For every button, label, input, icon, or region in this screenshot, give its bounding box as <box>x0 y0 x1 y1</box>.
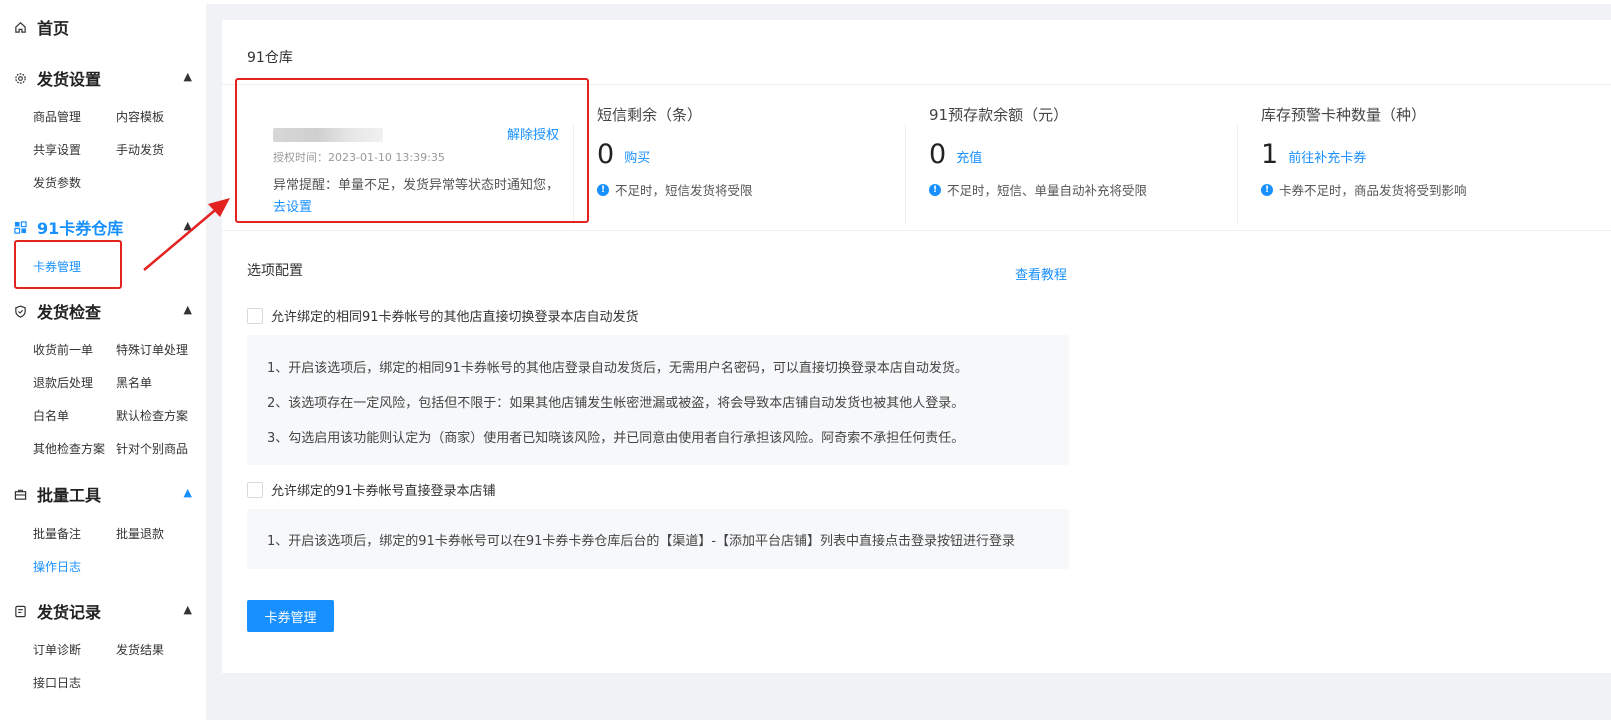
sidebar-group-batch-tools[interactable]: 批量工具 ▲ <box>14 482 192 506</box>
description-line: 2、该选项存在一定风险，包括但不限于：如果其他店铺发生帐密泄漏或被盗，将会导致本… <box>267 396 965 411</box>
sidebar-group-label: 发货记录 <box>37 603 102 622</box>
options-title: 选项配置 <box>247 263 303 279</box>
sidebar-item-op-log[interactable]: 操作日志 <box>33 558 81 575</box>
stat-value: 0 <box>929 139 947 170</box>
sidebar-home-label: 首页 <box>37 19 70 38</box>
top-bar <box>206 0 1611 4</box>
description-line: 3、勾选启用该功能则认定为（商家）使用者已知晓该风险，并已同意由使用者自行承担该… <box>267 431 965 446</box>
sidebar-item-special-order[interactable]: 特殊订单处理 <box>116 341 188 358</box>
document-icon <box>14 605 27 618</box>
sidebar-item-content-template[interactable]: 内容模板 <box>116 108 164 125</box>
sidebar: 首页 发货设置 ▲ 商品管理 内容模板 共享设置 手动发货 发货参数 91卡券仓… <box>0 0 206 720</box>
checkbox[interactable] <box>247 307 263 324</box>
stat-balance: 91预存款余额（元） 0 充值 ! 不足时，短信、单量自动补充将受限 <box>929 104 1249 199</box>
stat-tip: ! 不足时，短信发货将受限 <box>597 180 917 199</box>
grid-icon <box>14 220 27 234</box>
checkbox[interactable] <box>247 481 263 498</box>
sidebar-item-ship-params[interactable]: 发货参数 <box>33 174 81 191</box>
info-icon: ! <box>929 183 941 196</box>
sidebar-item-specific-product[interactable]: 针对个别商品 <box>116 440 188 457</box>
annotation-box-auth <box>235 78 589 223</box>
sidebar-item-manual-ship[interactable]: 手动发货 <box>116 141 164 158</box>
sidebar-item-default-check[interactable]: 默认检查方案 <box>116 407 188 424</box>
annotation-box-card-manage <box>14 240 122 289</box>
divider <box>222 230 1611 231</box>
chevron-up-icon[interactable]: ▲ <box>184 603 192 616</box>
sidebar-item-api-log[interactable]: 接口日志 <box>33 674 81 691</box>
chevron-up-icon[interactable]: ▲ <box>184 303 192 316</box>
info-icon: ! <box>1261 183 1273 196</box>
option-description: 1、开启该选项后，绑定的相同91卡券帐号的其他店登录自动发货后，无需用户名密码，… <box>247 335 1069 465</box>
sidebar-item-order-diagnose[interactable]: 订单诊断 <box>33 641 81 658</box>
sidebar-item-other-check[interactable]: 其他检查方案 <box>33 440 105 457</box>
stat-sms: 短信剩余（条） 0 购买 ! 不足时，短信发货将受限 <box>597 104 917 199</box>
stat-title: 91预存款余额（元） <box>929 106 1069 124</box>
buy-link[interactable]: 购买 <box>624 147 650 166</box>
sidebar-item-ship-result[interactable]: 发货结果 <box>116 641 164 658</box>
sidebar-item-whitelist[interactable]: 白名单 <box>33 407 69 424</box>
view-tutorial-link[interactable]: 查看教程 <box>1015 264 1067 283</box>
sidebar-item-product-manage[interactable]: 商品管理 <box>33 108 81 125</box>
home-icon <box>14 21 27 34</box>
sidebar-group-ship-settings[interactable]: 发货设置 ▲ <box>14 66 192 90</box>
recharge-link[interactable]: 充值 <box>956 147 982 166</box>
option-label: 允许绑定的相同91卡券帐号的其他店直接切换登录本店自动发货 <box>271 310 639 325</box>
sidebar-group-label: 批量工具 <box>37 486 102 505</box>
toolbox-icon <box>14 488 27 501</box>
sidebar-item-batch-refund[interactable]: 批量退款 <box>116 525 164 542</box>
replenish-link[interactable]: 前往补充卡券 <box>1288 147 1366 166</box>
card-manage-button[interactable]: 卡券管理 <box>247 600 334 632</box>
sidebar-item-share-settings[interactable]: 共享设置 <box>33 141 81 158</box>
description-line: 1、开启该选项后，绑定的相同91卡券帐号的其他店登录自动发货后，无需用户名密码，… <box>267 361 968 376</box>
sidebar-item-pre-receive[interactable]: 收货前一单 <box>33 341 93 358</box>
sidebar-group-label: 发货检查 <box>37 303 102 322</box>
page-title: 91仓库 <box>247 50 293 66</box>
shield-icon <box>14 304 27 318</box>
sidebar-group-label: 91卡券仓库 <box>37 219 124 238</box>
stat-stock-warning: 库存预警卡种数量（种） 1 前往补充卡券 ! 卡券不足时，商品发货将受到影响 <box>1261 104 1581 199</box>
sidebar-item-batch-note[interactable]: 批量备注 <box>33 525 81 542</box>
sidebar-group-ship-check[interactable]: 发货检查 ▲ <box>14 299 192 323</box>
option-switch-login[interactable]: 允许绑定的相同91卡券帐号的其他店直接切换登录本店自动发货 <box>247 306 639 325</box>
sidebar-group-label: 发货设置 <box>37 70 102 89</box>
stat-tip-text: 卡券不足时，商品发货将受到影响 <box>1279 183 1467 198</box>
stat-tip: ! 卡券不足时，商品发货将受到影响 <box>1261 180 1581 199</box>
option-label: 允许绑定的91卡券帐号直接登录本店铺 <box>271 484 496 499</box>
stat-tip: ! 不足时，短信、单量自动补充将受限 <box>929 180 1249 199</box>
stat-value: 0 <box>597 139 615 170</box>
sidebar-item-post-refund[interactable]: 退款后处理 <box>33 374 93 391</box>
stat-title: 短信剩余（条） <box>597 106 703 124</box>
sidebar-item-home[interactable]: 首页 <box>14 15 192 39</box>
stat-tip-text: 不足时，短信发货将受限 <box>615 183 753 198</box>
sidebar-item-blacklist[interactable]: 黑名单 <box>116 374 152 391</box>
stat-title: 库存预警卡种数量（种） <box>1261 106 1427 124</box>
sidebar-group-ship-records[interactable]: 发货记录 ▲ <box>14 599 192 623</box>
chevron-up-icon[interactable]: ▲ <box>184 70 192 83</box>
gear-icon <box>14 72 27 85</box>
stat-value: 1 <box>1261 139 1279 170</box>
annotation-arrow-icon <box>143 198 230 271</box>
option-direct-login[interactable]: 允许绑定的91卡券帐号直接登录本店铺 <box>247 480 496 499</box>
option-description: 1、开启该选项后，绑定的91卡券帐号可以在91卡券卡券仓库后台的【渠道】-【添加… <box>247 509 1069 569</box>
description-line: 1、开启该选项后，绑定的91卡券帐号可以在91卡券卡券仓库后台的【渠道】-【添加… <box>267 534 1016 549</box>
stat-tip-text: 不足时，短信、单量自动补充将受限 <box>947 183 1148 198</box>
info-icon: ! <box>597 183 609 196</box>
chevron-up-icon[interactable]: ▲ <box>184 486 192 499</box>
